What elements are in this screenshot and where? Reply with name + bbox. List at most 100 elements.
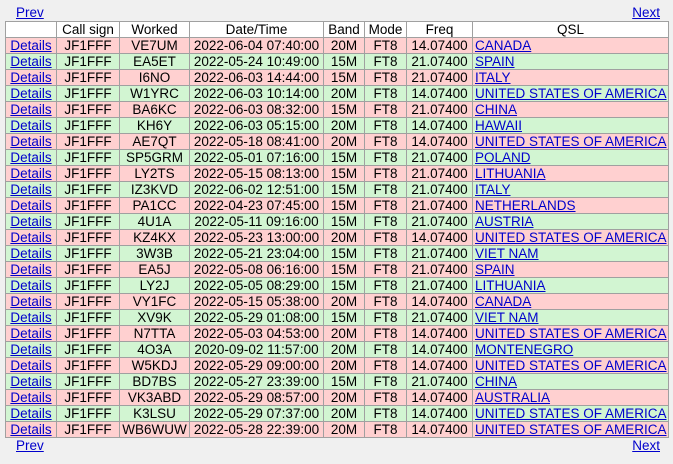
- prev-link-bottom[interactable]: Prev: [16, 438, 44, 454]
- qsl-link[interactable]: NETHERLANDS: [475, 199, 576, 213]
- call-sign-cell: JF1FFF: [56, 245, 120, 262]
- datetime-cell: 2022-05-24 10:49:00: [189, 53, 324, 70]
- details-link[interactable]: Details: [10, 231, 51, 245]
- header-call-sign: Call sign: [56, 21, 120, 38]
- mode-cell: FT8: [364, 277, 407, 294]
- details-link[interactable]: Details: [10, 247, 51, 261]
- qsl-link[interactable]: SPAIN: [475, 263, 515, 277]
- table-row: Details JF1FFF VY1FC 2022-05-15 05:38:00 20M…: [5, 293, 669, 310]
- qsl-cell: HAWAII: [472, 117, 669, 134]
- details-link[interactable]: Details: [10, 407, 51, 421]
- datetime-cell: 2022-04-23 07:45:00: [189, 197, 324, 214]
- details-link[interactable]: Details: [10, 359, 51, 373]
- details-link[interactable]: Details: [10, 215, 51, 229]
- qsl-link[interactable]: LITHUANIA: [475, 279, 546, 293]
- details-link[interactable]: Details: [10, 263, 51, 277]
- qsl-link[interactable]: VIET NAM: [475, 247, 539, 261]
- freq-cell: 14.07400: [406, 405, 473, 422]
- qsl-link[interactable]: CANADA: [475, 295, 531, 309]
- details-link[interactable]: Details: [10, 39, 51, 53]
- mode-cell: FT8: [364, 37, 407, 54]
- details-cell: Details: [5, 213, 57, 230]
- qsl-link[interactable]: CHINA: [475, 103, 517, 117]
- details-cell: Details: [5, 101, 57, 118]
- worked-cell: K3LSU: [119, 405, 190, 422]
- details-link[interactable]: Details: [10, 391, 51, 405]
- qsl-cell: VIET NAM: [472, 245, 669, 262]
- qsl-link[interactable]: POLAND: [475, 151, 531, 165]
- details-cell: Details: [5, 389, 57, 406]
- datetime-cell: 2022-05-29 09:00:00: [189, 357, 324, 374]
- details-cell: Details: [5, 421, 57, 438]
- freq-cell: 21.07400: [406, 277, 473, 294]
- details-link[interactable]: Details: [10, 55, 51, 69]
- qsl-link[interactable]: VIET NAM: [475, 311, 539, 325]
- qsl-link[interactable]: UNITED STATES OF AMERICA: [475, 327, 667, 341]
- details-link[interactable]: Details: [10, 119, 51, 133]
- qsl-link[interactable]: AUSTRALIA: [475, 391, 550, 405]
- datetime-cell: 2022-05-01 07:16:00: [189, 149, 324, 166]
- details-link[interactable]: Details: [10, 327, 51, 341]
- mode-cell: FT8: [364, 357, 407, 374]
- next-link-bottom[interactable]: Next: [632, 438, 660, 454]
- details-link[interactable]: Details: [10, 87, 51, 101]
- call-sign-cell: JF1FFF: [56, 293, 120, 310]
- qsl-link[interactable]: MONTENEGRO: [475, 343, 573, 357]
- mode-cell: FT8: [364, 421, 407, 438]
- freq-cell: 21.07400: [406, 309, 473, 326]
- mode-cell: FT8: [364, 309, 407, 326]
- details-link[interactable]: Details: [10, 183, 51, 197]
- details-link[interactable]: Details: [10, 199, 51, 213]
- qsl-cell: LITHUANIA: [472, 165, 669, 182]
- qsl-link[interactable]: CANADA: [475, 39, 531, 53]
- datetime-cell: 2022-06-03 10:14:00: [189, 85, 324, 102]
- details-cell: Details: [5, 165, 57, 182]
- details-cell: Details: [5, 309, 57, 326]
- qsl-cell: AUSTRALIA: [472, 389, 669, 406]
- header-qsl: QSL: [472, 21, 669, 38]
- qsl-link[interactable]: ITALY: [475, 71, 511, 85]
- details-link[interactable]: Details: [10, 311, 51, 325]
- datetime-cell: 2022-05-18 08:41:00: [189, 133, 324, 150]
- qsl-link[interactable]: UNITED STATES OF AMERICA: [475, 407, 667, 421]
- qsl-link[interactable]: AUSTRIA: [475, 215, 534, 229]
- qsl-cell: UNITED STATES OF AMERICA: [472, 421, 669, 438]
- next-link-top[interactable]: Next: [632, 5, 660, 21]
- worked-cell: 3W3B: [119, 245, 190, 262]
- details-cell: Details: [5, 405, 57, 422]
- call-sign-cell: JF1FFF: [56, 357, 120, 374]
- mode-cell: FT8: [364, 149, 407, 166]
- details-link[interactable]: Details: [10, 423, 51, 437]
- details-link[interactable]: Details: [10, 167, 51, 181]
- qsl-link[interactable]: SPAIN: [475, 55, 515, 69]
- details-link[interactable]: Details: [10, 71, 51, 85]
- call-sign-cell: JF1FFF: [56, 213, 120, 230]
- table-row: Details JF1FFF KZ4KX 2022-05-23 13:00:00 20M…: [5, 229, 669, 246]
- qsl-cell: UNITED STATES OF AMERICA: [472, 85, 669, 102]
- details-link[interactable]: Details: [10, 151, 51, 165]
- qsl-link[interactable]: UNITED STATES OF AMERICA: [475, 359, 667, 373]
- details-link[interactable]: Details: [10, 103, 51, 117]
- qsl-link[interactable]: HAWAII: [475, 119, 522, 133]
- freq-cell: 14.07400: [406, 133, 473, 150]
- details-cell: Details: [5, 229, 57, 246]
- band-cell: 15M: [323, 373, 365, 390]
- details-link[interactable]: Details: [10, 135, 51, 149]
- details-link[interactable]: Details: [10, 279, 51, 293]
- prev-link-top[interactable]: Prev: [16, 5, 44, 21]
- qsl-link[interactable]: UNITED STATES OF AMERICA: [475, 135, 667, 149]
- qsl-link[interactable]: CHINA: [475, 375, 517, 389]
- datetime-cell: 2022-05-23 13:00:00: [189, 229, 324, 246]
- qsl-link[interactable]: ITALY: [475, 183, 511, 197]
- details-link[interactable]: Details: [10, 375, 51, 389]
- qsl-link[interactable]: UNITED STATES OF AMERICA: [475, 87, 667, 101]
- call-sign-cell: JF1FFF: [56, 341, 120, 358]
- qsl-link[interactable]: UNITED STATES OF AMERICA: [475, 423, 667, 437]
- band-cell: 20M: [323, 341, 365, 358]
- qsl-cell: POLAND: [472, 149, 669, 166]
- details-link[interactable]: Details: [10, 295, 51, 309]
- details-link[interactable]: Details: [10, 343, 51, 357]
- mode-cell: FT8: [364, 245, 407, 262]
- qsl-link[interactable]: LITHUANIA: [475, 167, 546, 181]
- qsl-link[interactable]: UNITED STATES OF AMERICA: [475, 231, 667, 245]
